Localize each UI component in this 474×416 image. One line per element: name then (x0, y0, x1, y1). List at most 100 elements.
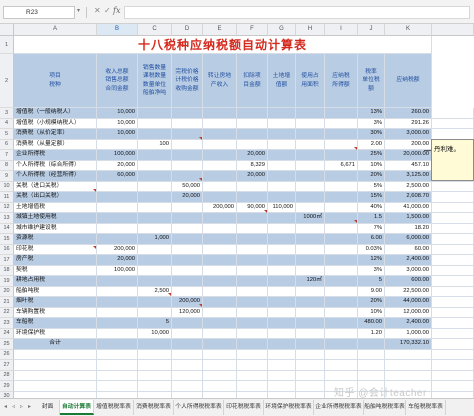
data-cell-l[interactable] (432, 297, 474, 308)
data-cell-k[interactable]: 18.20 (385, 223, 432, 234)
data-cell-l[interactable] (432, 307, 474, 318)
data-cell-i[interactable] (325, 181, 358, 192)
data-cell-i[interactable] (325, 171, 358, 182)
data-cell-e[interactable] (203, 171, 237, 182)
data-cell-b[interactable]: 20,000 (97, 160, 138, 171)
sheet-tab[interactable]: 增值税税率表 (94, 400, 134, 415)
data-cell-d[interactable] (172, 286, 203, 297)
data-cell-f[interactable] (237, 276, 268, 287)
row-header[interactable]: 14 (0, 223, 14, 234)
data-cell-d[interactable]: 20,000 (172, 192, 203, 203)
tax-name-cell[interactable]: 烟叶税 (14, 297, 97, 308)
comment-indicator-icon[interactable] (199, 178, 202, 181)
data-cell-k[interactable]: 44,000.00 (385, 297, 432, 308)
data-cell-l[interactable] (432, 318, 474, 329)
empty-cell[interactable] (138, 360, 172, 371)
data-cell-c[interactable] (138, 181, 172, 192)
empty-cell[interactable] (296, 370, 325, 381)
data-cell-k[interactable]: 3,000.00 (385, 265, 432, 276)
data-cell-e[interactable] (203, 181, 237, 192)
header-cell-d[interactable]: 完税价格 计税价格 收购金额 (172, 54, 203, 108)
data-cell-c[interactable] (138, 192, 172, 203)
header-cell-a[interactable]: 项目 税种 (14, 54, 97, 108)
data-cell-i[interactable] (325, 297, 358, 308)
data-cell-g[interactable] (268, 234, 296, 245)
data-cell-d[interactable] (172, 234, 203, 245)
data-cell-i[interactable] (325, 108, 358, 119)
data-cell-i[interactable] (325, 223, 358, 234)
data-cell-c[interactable] (138, 339, 172, 350)
data-cell-i[interactable] (325, 234, 358, 245)
data-cell-b[interactable] (97, 286, 138, 297)
tax-name-cell[interactable]: 车辆购置税 (14, 307, 97, 318)
data-cell-e[interactable] (203, 244, 237, 255)
comment-indicator-icon[interactable] (354, 220, 357, 223)
empty-cell[interactable] (97, 360, 138, 371)
data-cell-l[interactable] (432, 213, 474, 224)
tax-name-cell[interactable]: 土地增值税 (14, 202, 97, 213)
empty-cell[interactable] (138, 370, 172, 381)
row-header[interactable]: 16 (0, 244, 14, 255)
data-cell-b[interactable] (97, 223, 138, 234)
data-cell-l[interactable] (432, 286, 474, 297)
data-cell-f[interactable]: 20,000 (237, 171, 268, 182)
data-cell-k[interactable]: 600.00 (385, 276, 432, 287)
header-cell-f[interactable]: 扣除项 目金额 (237, 54, 268, 108)
column-header-a[interactable]: A (14, 24, 97, 36)
tab-first-icon[interactable]: ◂ (4, 403, 7, 410)
data-cell-b[interactable]: 200,000 (97, 244, 138, 255)
empty-cell[interactable] (358, 370, 385, 381)
data-cell-j[interactable]: 25% (358, 150, 385, 161)
column-header-j[interactable]: J (358, 24, 385, 36)
data-cell-f[interactable] (237, 234, 268, 245)
data-cell-e[interactable] (203, 286, 237, 297)
data-cell-e[interactable] (203, 150, 237, 161)
data-cell-l[interactable] (432, 276, 474, 287)
data-cell-i[interactable] (325, 150, 358, 161)
data-cell-k[interactable]: 200.00 (385, 139, 432, 150)
cell-comment[interactable]: 丹利难。 (431, 139, 474, 181)
data-cell-g[interactable] (268, 276, 296, 287)
data-cell-h[interactable] (296, 108, 325, 119)
data-cell-h[interactable] (296, 160, 325, 171)
data-cell-d[interactable] (172, 265, 203, 276)
data-cell-i[interactable] (325, 118, 358, 129)
row-header[interactable]: 28 (0, 370, 14, 381)
data-cell-b[interactable]: 10,000 (97, 118, 138, 129)
column-header-b[interactable]: B (97, 24, 138, 36)
header-cell-e[interactable]: 转让房地 产收入 (203, 54, 237, 108)
data-cell-f[interactable] (237, 223, 268, 234)
data-cell-i[interactable] (325, 328, 358, 339)
row-header[interactable]: 17 (0, 255, 14, 266)
data-cell-l[interactable] (432, 328, 474, 339)
data-cell-l[interactable] (432, 255, 474, 266)
empty-cell[interactable] (97, 370, 138, 381)
data-cell-l[interactable] (432, 223, 474, 234)
row-header[interactable]: 10 (0, 181, 14, 192)
data-cell-e[interactable] (203, 234, 237, 245)
data-cell-j[interactable]: 10% (358, 307, 385, 318)
data-cell-c[interactable]: 10,000 (138, 328, 172, 339)
data-cell-h[interactable] (296, 223, 325, 234)
empty-cell[interactable] (97, 349, 138, 360)
data-cell-h[interactable] (296, 118, 325, 129)
row-header[interactable]: 20 (0, 286, 14, 297)
data-cell-f[interactable] (237, 213, 268, 224)
data-cell-j[interactable]: 10% (358, 160, 385, 171)
data-cell-f[interactable]: 8,329 (237, 160, 268, 171)
tax-name-cell[interactable]: 契税 (14, 265, 97, 276)
comment-indicator-icon[interactable] (93, 189, 96, 192)
data-cell-g[interactable] (268, 192, 296, 203)
data-cell-h[interactable] (296, 139, 325, 150)
data-cell-j[interactable]: 1.5 (358, 213, 385, 224)
column-header-c[interactable]: C (138, 24, 172, 36)
data-cell-k[interactable]: 22,500.00 (385, 286, 432, 297)
empty-cell[interactable] (358, 360, 385, 371)
data-cell-d[interactable] (172, 339, 203, 350)
data-cell-f[interactable] (237, 297, 268, 308)
data-cell-d[interactable] (172, 118, 203, 129)
data-cell-k[interactable]: 1,000.00 (385, 328, 432, 339)
data-cell-k[interactable]: 260.00 (385, 108, 432, 119)
data-cell-h[interactable] (296, 129, 325, 140)
data-cell-h[interactable] (296, 286, 325, 297)
